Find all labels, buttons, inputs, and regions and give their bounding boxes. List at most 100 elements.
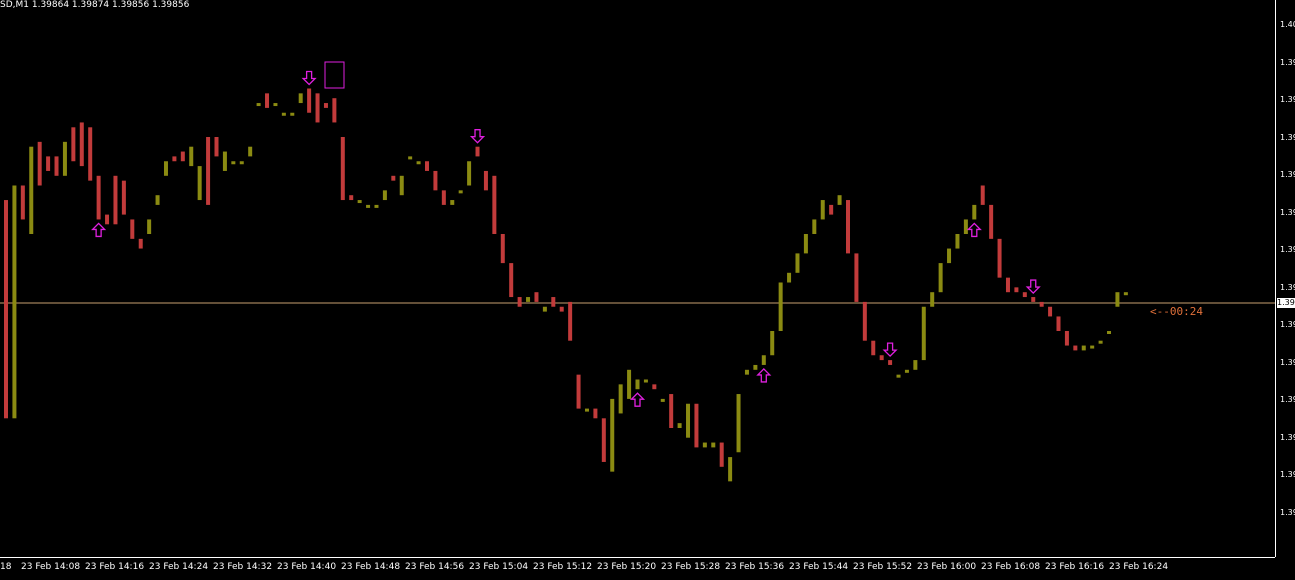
time-label: 23 Feb 14:56 xyxy=(405,562,465,572)
price-bar xyxy=(526,297,531,302)
price-bar xyxy=(256,103,261,107)
price-bar xyxy=(500,234,505,264)
price-label: 1.39 xyxy=(1280,507,1295,517)
price-bar xyxy=(686,403,691,438)
price-bar xyxy=(997,238,1002,278)
price-bar xyxy=(989,204,994,239)
time-label: 23 Feb 14:16 xyxy=(85,562,145,572)
price-bar xyxy=(206,137,211,205)
price-bar xyxy=(938,263,943,293)
price-bar xyxy=(62,141,67,176)
price-bar xyxy=(71,127,76,162)
sell-arrow-icon xyxy=(301,70,317,86)
price-label: 1.39 xyxy=(1280,95,1295,104)
price-label: 1.39 xyxy=(1280,282,1295,292)
price-bar xyxy=(551,297,556,307)
price-bar xyxy=(509,263,514,298)
price-bar xyxy=(1014,287,1019,293)
price-bar xyxy=(281,112,286,116)
time-label: 23 Feb 15:20 xyxy=(597,562,657,572)
price-bar xyxy=(231,161,236,165)
price-bar xyxy=(12,185,17,419)
price-bar xyxy=(20,185,25,220)
chart-area[interactable] xyxy=(0,0,1275,557)
price-bar xyxy=(1048,306,1053,317)
price-bar xyxy=(458,190,463,194)
price-bar xyxy=(1039,301,1044,307)
price-bar xyxy=(837,195,842,205)
price-bar xyxy=(711,442,716,448)
price-bar xyxy=(1031,297,1036,302)
price-bar xyxy=(290,112,295,116)
price-bar xyxy=(155,195,160,205)
price-bar xyxy=(273,103,278,107)
time-label: 23 Feb 16:24 xyxy=(1109,562,1169,572)
price-bar xyxy=(635,379,640,390)
price-bar xyxy=(113,175,118,225)
time-label: 23 Feb 14:24 xyxy=(149,562,209,572)
time-label: 23 Feb 15:04 xyxy=(469,562,529,572)
price-bar xyxy=(846,200,850,254)
price-bar xyxy=(475,146,480,157)
price-bar xyxy=(79,122,84,167)
price-bar xyxy=(172,156,177,162)
price-bar xyxy=(1115,292,1120,307)
price-bar xyxy=(627,369,632,399)
price-label: 1.39 xyxy=(1280,432,1295,442)
price-bar xyxy=(1022,292,1027,298)
price-bar xyxy=(450,200,455,205)
time-label: 23 Feb 14:48 xyxy=(341,562,401,572)
price-bar xyxy=(879,355,884,361)
price-label: 1.39 xyxy=(1280,207,1295,217)
price-bar xyxy=(955,234,960,249)
price-bar xyxy=(517,297,522,307)
price-bar xyxy=(652,384,657,390)
price-bar xyxy=(829,204,834,215)
sell-arrow-icon xyxy=(882,342,898,358)
price-label: 1.39 xyxy=(1280,395,1295,404)
price-bar xyxy=(534,292,539,302)
price-label: 1.39 xyxy=(1280,470,1295,479)
price-bar xyxy=(736,394,741,453)
price-bar xyxy=(382,190,387,201)
price-bar xyxy=(248,146,253,157)
price-bar xyxy=(29,146,34,234)
price-bar xyxy=(315,93,320,123)
price-label: 1.39 xyxy=(1280,245,1295,254)
price-bar xyxy=(593,408,598,419)
price-bar xyxy=(1098,340,1103,344)
price-bar xyxy=(492,175,497,234)
price-bar xyxy=(601,418,606,462)
price-bar xyxy=(163,161,168,176)
price-bar xyxy=(761,355,766,365)
price-bar xyxy=(568,301,573,341)
price-bar xyxy=(803,234,808,254)
price-bar xyxy=(88,127,93,181)
price-label: 1.40 xyxy=(1280,20,1295,29)
time-label: 23 Feb 15:52 xyxy=(853,562,913,572)
time-label: 23 Feb 16:16 xyxy=(1045,562,1105,572)
price-bar xyxy=(340,137,345,201)
price-bar xyxy=(660,398,665,402)
price-label: 1.39 xyxy=(1280,320,1295,329)
price-bar xyxy=(349,195,354,201)
price-bar xyxy=(298,93,303,104)
price-bar xyxy=(694,403,699,448)
time-label: 23 Feb 14:08 xyxy=(21,562,81,572)
price-bar xyxy=(105,214,110,225)
price-bar xyxy=(643,379,648,383)
price-bar xyxy=(441,190,446,205)
price-label: 1.39 xyxy=(1280,57,1295,67)
price-bar xyxy=(618,384,623,414)
price-bar xyxy=(702,442,707,448)
price-bar xyxy=(669,394,674,428)
price-bar xyxy=(4,200,8,419)
price-bar xyxy=(795,253,800,273)
sell-arrow-icon xyxy=(469,129,486,144)
time-label: 23 Feb 14:40 xyxy=(277,562,337,572)
price-bar xyxy=(408,156,413,160)
selected-signal-box[interactable] xyxy=(324,61,345,89)
price-label: 1.39 xyxy=(1280,357,1295,367)
price-bar xyxy=(46,156,51,171)
price-bar xyxy=(963,219,968,234)
